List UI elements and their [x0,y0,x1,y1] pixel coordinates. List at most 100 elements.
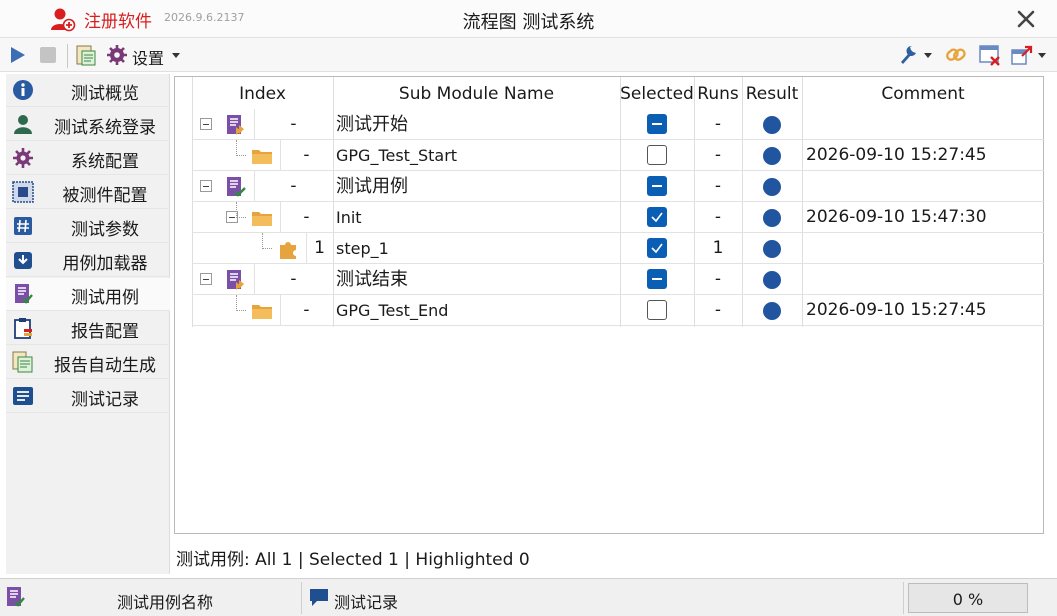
table-row[interactable]: - GPG_Test_End - 2026-09-10 15:27:45 [192,295,1044,326]
table-row[interactable]: 1 step_1 1 [192,233,1044,264]
module-name-cell[interactable]: GPG_Test_Start [336,140,457,171]
module-name-cell[interactable]: Init [336,202,362,233]
sidebar: 测试概览 测试系统登录 系统配置 被测件配置 测试参数 用例加载器 测试用例 报… [6,74,170,574]
runs-cell: - [714,300,722,320]
chevron-down-icon[interactable] [1038,53,1046,58]
runs-cell: - [714,114,722,134]
runs-cell: 1 [712,238,724,258]
report-icon[interactable] [75,42,97,68]
result-indicator [763,240,781,258]
status-bar: 测试用例名称 测试记录 0 % [0,578,1057,616]
sidebar-item-system-config[interactable]: 系统配置 [6,142,170,175]
link-icon[interactable] [944,42,968,68]
collapse-toggle[interactable] [200,273,212,285]
module-name-cell[interactable]: GPG_Test_End [336,295,448,326]
column-header-comment[interactable]: Comment [802,77,1044,109]
sidebar-item-test-params[interactable]: 测试参数 [6,210,170,243]
check-icon [651,243,663,254]
table-row[interactable]: - GPG_Test_Start - 2026-09-10 15:27:45 [192,140,1044,171]
run-icon[interactable] [8,42,28,68]
sidebar-item-label: 测试记录 [71,390,139,410]
folder-icon [252,150,272,164]
column-header-index[interactable]: Index [192,77,333,109]
result-indicator [763,302,781,320]
chip-icon [12,181,34,203]
collapse-toggle[interactable] [200,180,212,192]
table-row[interactable]: - Init - 2026-09-10 15:47:30 [192,202,1044,233]
module-name-cell[interactable]: 测试用例 [336,171,408,202]
comment-cell: 2026-09-10 15:47:30 [806,207,987,227]
index-cell: - [303,145,310,165]
module-name-cell[interactable]: 测试开始 [336,109,408,140]
gear-icon[interactable] [106,42,128,68]
wrench-icon[interactable] [898,42,920,68]
column-header-runs[interactable]: Runs [694,77,742,109]
runs-cell: - [714,207,722,227]
chat-icon [310,589,328,606]
sidebar-item-report-config[interactable]: 报告配置 [6,312,170,345]
index-cell: - [290,269,297,289]
selected-checkbox[interactable] [647,145,667,165]
module-icon [227,270,244,290]
window-title: 流程图 测试系统 [462,12,595,33]
status-case-name: 测试用例名称 [0,582,302,614]
sidebar-item-login[interactable]: 测试系统登录 [6,108,170,141]
export-icon[interactable] [1010,42,1034,68]
index-cell: - [303,207,310,227]
module-name-cell[interactable]: 测试结束 [336,264,408,295]
result-indicator [763,116,781,134]
folder-icon [252,212,272,226]
stop-icon[interactable] [38,42,58,68]
result-indicator [763,209,781,227]
chevron-down-icon[interactable] [172,53,180,58]
runs-cell: - [714,269,722,289]
register-software-link[interactable]: 注册软件 [84,7,152,32]
register-user-icon[interactable] [50,6,76,32]
index-cell: - [290,176,297,196]
index-cell: - [290,114,297,134]
module-name-cell[interactable]: step_1 [336,233,389,264]
close-icon[interactable] [1012,6,1040,32]
selected-checkbox[interactable] [647,300,667,320]
column-header-selected[interactable]: Selected [620,77,694,109]
sidebar-item-label: 被测件配置 [62,186,148,206]
hash-icon [14,217,32,235]
table-row[interactable]: - 测试开始 - [192,109,1044,140]
sidebar-item-test-cases[interactable]: 测试用例 [6,278,170,311]
download-icon [14,252,32,269]
sidebar-item-test-log[interactable]: 测试记录 [6,380,170,413]
progress-bar: 0 % [908,583,1028,613]
index-cell: 1 [314,238,325,258]
title-bar: 注册软件 2026.9.6.2137 流程图 测试系统 [0,0,1057,38]
comment-cell: 2026-09-10 15:27:45 [806,145,987,165]
notes-icon [13,387,33,405]
clear-icon[interactable] [978,42,1002,68]
comment-cell: 2026-09-10 15:27:45 [806,300,987,320]
selected-checkbox[interactable] [647,114,667,134]
sidebar-item-label: 测试用例 [71,288,139,308]
runs-cell: - [714,145,722,165]
table-row[interactable]: - 测试结束 - [192,264,1044,295]
sidebar-item-overview[interactable]: 测试概览 [6,74,170,107]
chevron-down-icon[interactable] [924,53,932,58]
column-header-name[interactable]: Sub Module Name [333,77,620,109]
sidebar-item-label: 测试概览 [71,84,139,104]
selected-checkbox[interactable] [647,269,667,289]
column-header-result[interactable]: Result [742,77,802,109]
collapse-toggle[interactable] [200,118,212,130]
gear-icon [13,148,33,168]
sidebar-item-report-generate[interactable]: 报告自动生成 [6,346,170,379]
tree-connector [236,140,246,156]
sidebar-item-dut-config[interactable]: 被测件配置 [6,176,170,209]
selected-checkbox[interactable] [647,207,667,227]
folder-icon [252,305,272,319]
selected-checkbox[interactable] [647,176,667,196]
status-log[interactable]: 测试记录 [304,582,904,614]
settings-menu[interactable]: 设置 [132,45,164,69]
info-icon [13,80,33,100]
table-row[interactable]: - 测试用例 - [192,171,1044,202]
result-indicator [763,271,781,289]
checklist-icon [15,284,33,304]
sidebar-item-case-loader[interactable]: 用例加载器 [6,244,170,277]
selected-checkbox[interactable] [647,238,667,258]
